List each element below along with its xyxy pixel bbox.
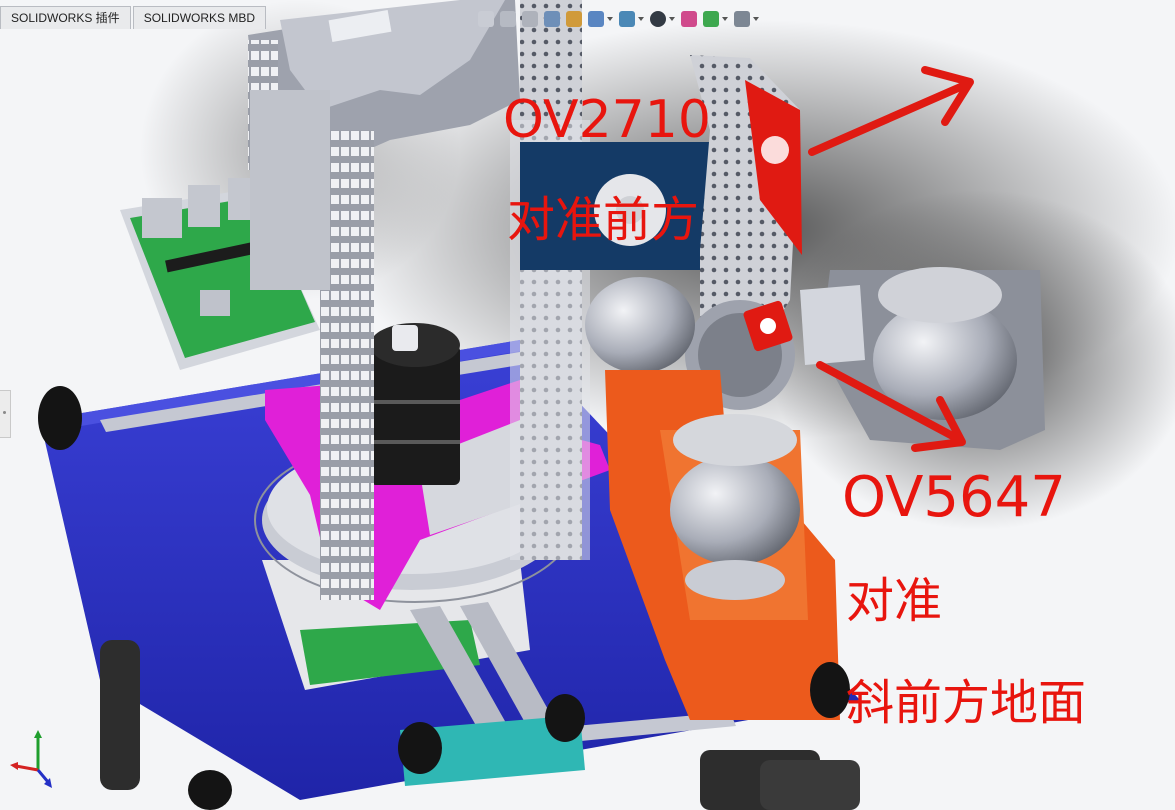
- command-manager-tabs: SOLIDWORKS 插件 SOLIDWORKS MBD: [0, 6, 268, 29]
- edit-appearance-icon[interactable]: [681, 11, 697, 27]
- zoom-to-fit-icon[interactable]: [478, 11, 494, 27]
- display-style-icon[interactable]: [619, 11, 635, 27]
- heads-up-view-toolbar: [478, 6, 759, 32]
- ov5647-label: OV5647: [842, 465, 1066, 530]
- chevron-down-icon[interactable]: [638, 17, 644, 21]
- ov5647-direction-note-line1: 对准: [846, 573, 943, 629]
- ov5647-direction-note-line2: 斜前方地面: [846, 675, 1087, 731]
- chevron-down-icon[interactable]: [607, 17, 613, 21]
- apply-scene-icon[interactable]: [703, 11, 719, 27]
- reference-triad: [10, 730, 52, 788]
- zoom-area-icon[interactable]: [500, 11, 516, 27]
- dynamic-annotation-icon[interactable]: [566, 11, 582, 27]
- ov2710-direction-note: 对准前方: [507, 192, 700, 248]
- chevron-down-icon[interactable]: [669, 17, 675, 21]
- chevron-down-icon[interactable]: [722, 17, 728, 21]
- hide-show-items-icon[interactable]: [650, 11, 666, 27]
- tab-solidworks-mbd[interactable]: SOLIDWORKS MBD: [132, 6, 267, 29]
- chevron-down-icon[interactable]: [753, 17, 759, 21]
- ov2710-label: OV2710: [503, 90, 711, 150]
- section-view-icon[interactable]: [544, 11, 560, 27]
- view-orientation-icon[interactable]: [588, 11, 604, 27]
- cad-viewport[interactable]: SOLIDWORKS 插件 SOLIDWORKS MBD OV2710 对准前方…: [0, 0, 1175, 810]
- panel-collapse-handle[interactable]: [0, 390, 11, 438]
- tab-solidworks-addins[interactable]: SOLIDWORKS 插件: [0, 6, 131, 29]
- previous-view-icon[interactable]: [522, 11, 538, 27]
- monitor-icon[interactable]: [734, 11, 750, 27]
